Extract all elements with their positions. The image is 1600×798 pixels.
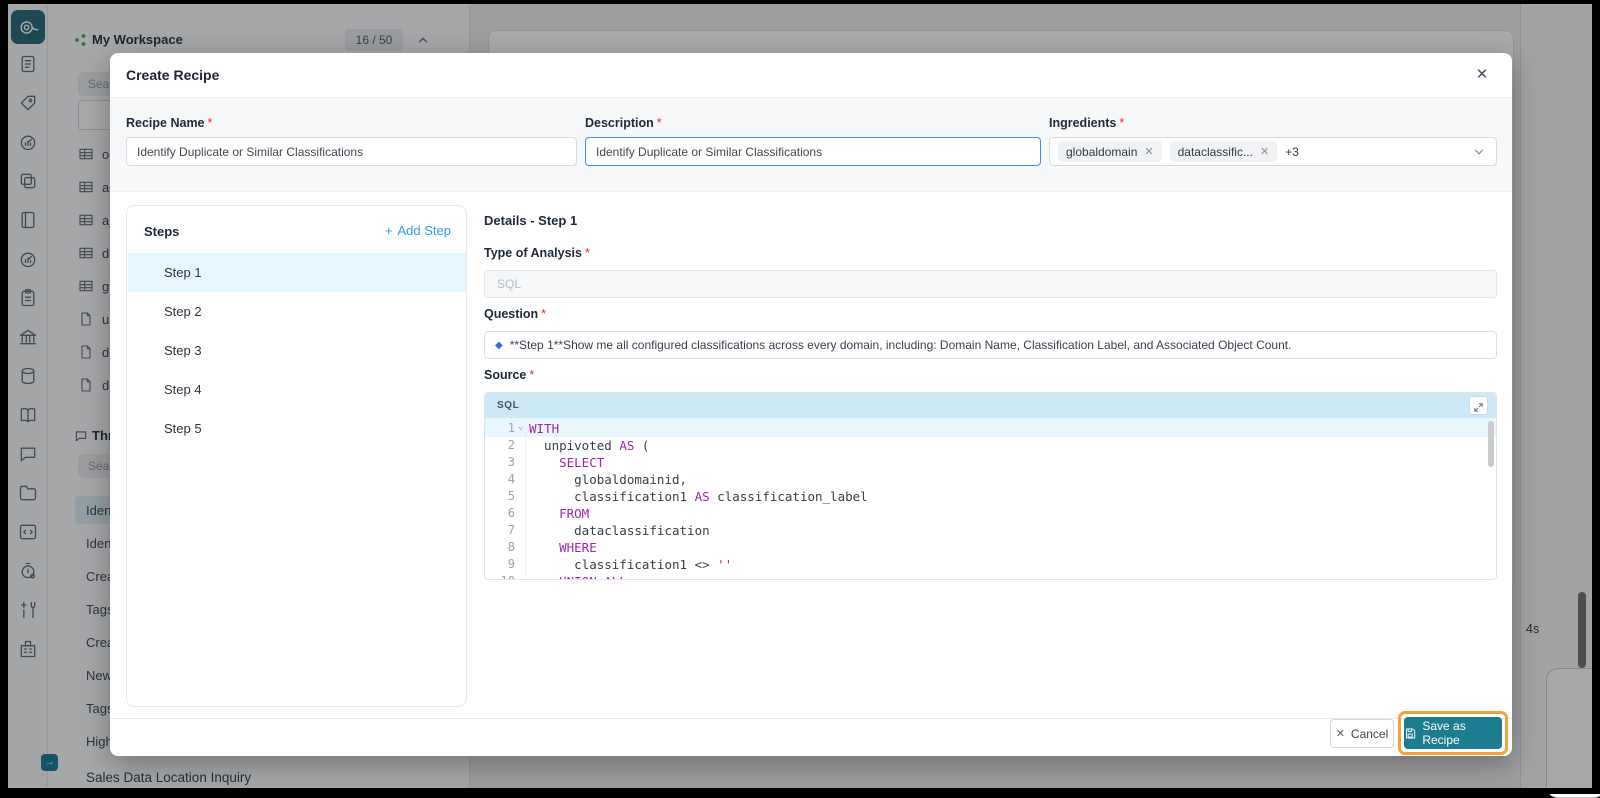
ingredients-more-badge[interactable]: +3 (1285, 145, 1299, 159)
ingredients-select[interactable]: globaldomain✕ dataclassific...✕ +3 (1049, 137, 1497, 166)
chevron-down-icon (1472, 145, 1486, 159)
code-line: 2 unpivoted AS ( (485, 437, 1496, 454)
code-line: 5 classification1 AS classification_labe… (485, 488, 1496, 505)
description-label: Description* (585, 116, 662, 130)
steps-title: Steps (144, 224, 179, 239)
line-number: 5 (485, 488, 515, 505)
plus-icon: + (385, 223, 393, 238)
required-asterisk: * (585, 246, 590, 260)
line-number: 6 (485, 505, 515, 522)
application-window: → My Workspace 16 / 50 Search oeaca_dagl… (0, 0, 1600, 794)
chip-remove-icon[interactable]: ✕ (1144, 145, 1153, 158)
step-item[interactable]: Step 2 (128, 292, 466, 331)
recipe-name-label: Recipe Name* (126, 116, 212, 130)
sql-editor[interactable]: SQL 1⌄WITH2 unpivoted AS (3 SELECT4 glob… (484, 392, 1497, 580)
annotation-highlight-box: Save as Recipe (1398, 711, 1508, 755)
chip-remove-icon[interactable]: ✕ (1260, 145, 1269, 158)
ingredient-chip[interactable]: dataclassific...✕ (1170, 141, 1278, 162)
ingredients-label: Ingredients* (1049, 116, 1124, 130)
line-number: 8 (485, 539, 515, 556)
step-item[interactable]: Step 1 (128, 253, 466, 292)
question-label: Question* (484, 307, 546, 321)
step-item[interactable]: Step 4 (128, 370, 466, 409)
source-label: Source* (484, 368, 534, 382)
ingredient-chip[interactable]: globaldomain✕ (1058, 141, 1162, 162)
required-asterisk: * (1119, 116, 1124, 130)
required-asterisk: * (657, 116, 662, 130)
editor-language-label: SQL (497, 400, 519, 411)
line-number: 3 (485, 454, 515, 471)
steps-panel: Steps + Add Step Step 1Step 2Step 3Step … (126, 205, 467, 707)
editor-scrollbar-thumb[interactable] (1488, 421, 1494, 467)
code-line: 8 WHERE (485, 539, 1496, 556)
required-asterisk: * (208, 116, 213, 130)
type-of-analysis-label: Type of Analysis* (484, 246, 590, 260)
line-number: 7 (485, 522, 515, 539)
line-number: 1 (485, 420, 515, 437)
modal-title: Create Recipe (126, 67, 219, 83)
line-number: 4 (485, 471, 515, 488)
cancel-x-icon: ✕ (1336, 727, 1345, 740)
line-number: 10 (485, 573, 515, 580)
line-number: 2 (485, 437, 515, 454)
footer-divider (110, 718, 1512, 719)
code-line: 9 classification1 <> '' (485, 556, 1496, 573)
add-step-button[interactable]: + Add Step (385, 223, 451, 238)
step-item[interactable]: Step 5 (128, 409, 466, 448)
fold-chevron-icon[interactable]: ⌄ (518, 419, 523, 436)
required-asterisk: * (529, 368, 534, 382)
line-number: 9 (485, 556, 515, 573)
code-line: 1⌄WITH (485, 420, 1496, 437)
question-input[interactable]: ◆ **Step 1**Show me all configured class… (484, 331, 1497, 359)
expand-icon[interactable] (1469, 396, 1488, 415)
code-line: 6 FROM (485, 505, 1496, 522)
recipe-name-input[interactable] (126, 137, 577, 166)
close-icon[interactable]: ✕ (1472, 65, 1492, 85)
save-as-recipe-button[interactable]: Save as Recipe (1404, 717, 1502, 749)
details-title: Details - Step 1 (484, 213, 577, 228)
type-of-analysis-select[interactable]: SQL (484, 270, 1497, 298)
save-icon (1404, 727, 1416, 740)
code-line: 10 UNION ALL (485, 573, 1496, 580)
create-recipe-modal: Create Recipe ✕ Recipe Name* Description… (110, 53, 1512, 756)
required-asterisk: * (541, 307, 546, 321)
code-line: 4 globaldomainid, (485, 471, 1496, 488)
editor-header (485, 393, 1496, 418)
diamond-icon: ◆ (495, 340, 503, 351)
description-input[interactable] (585, 137, 1041, 166)
code-line: 7 dataclassification (485, 522, 1496, 539)
cancel-button[interactable]: ✕ Cancel (1330, 719, 1394, 748)
code-line: 3 SELECT (485, 454, 1496, 471)
step-item[interactable]: Step 3 (128, 331, 466, 370)
